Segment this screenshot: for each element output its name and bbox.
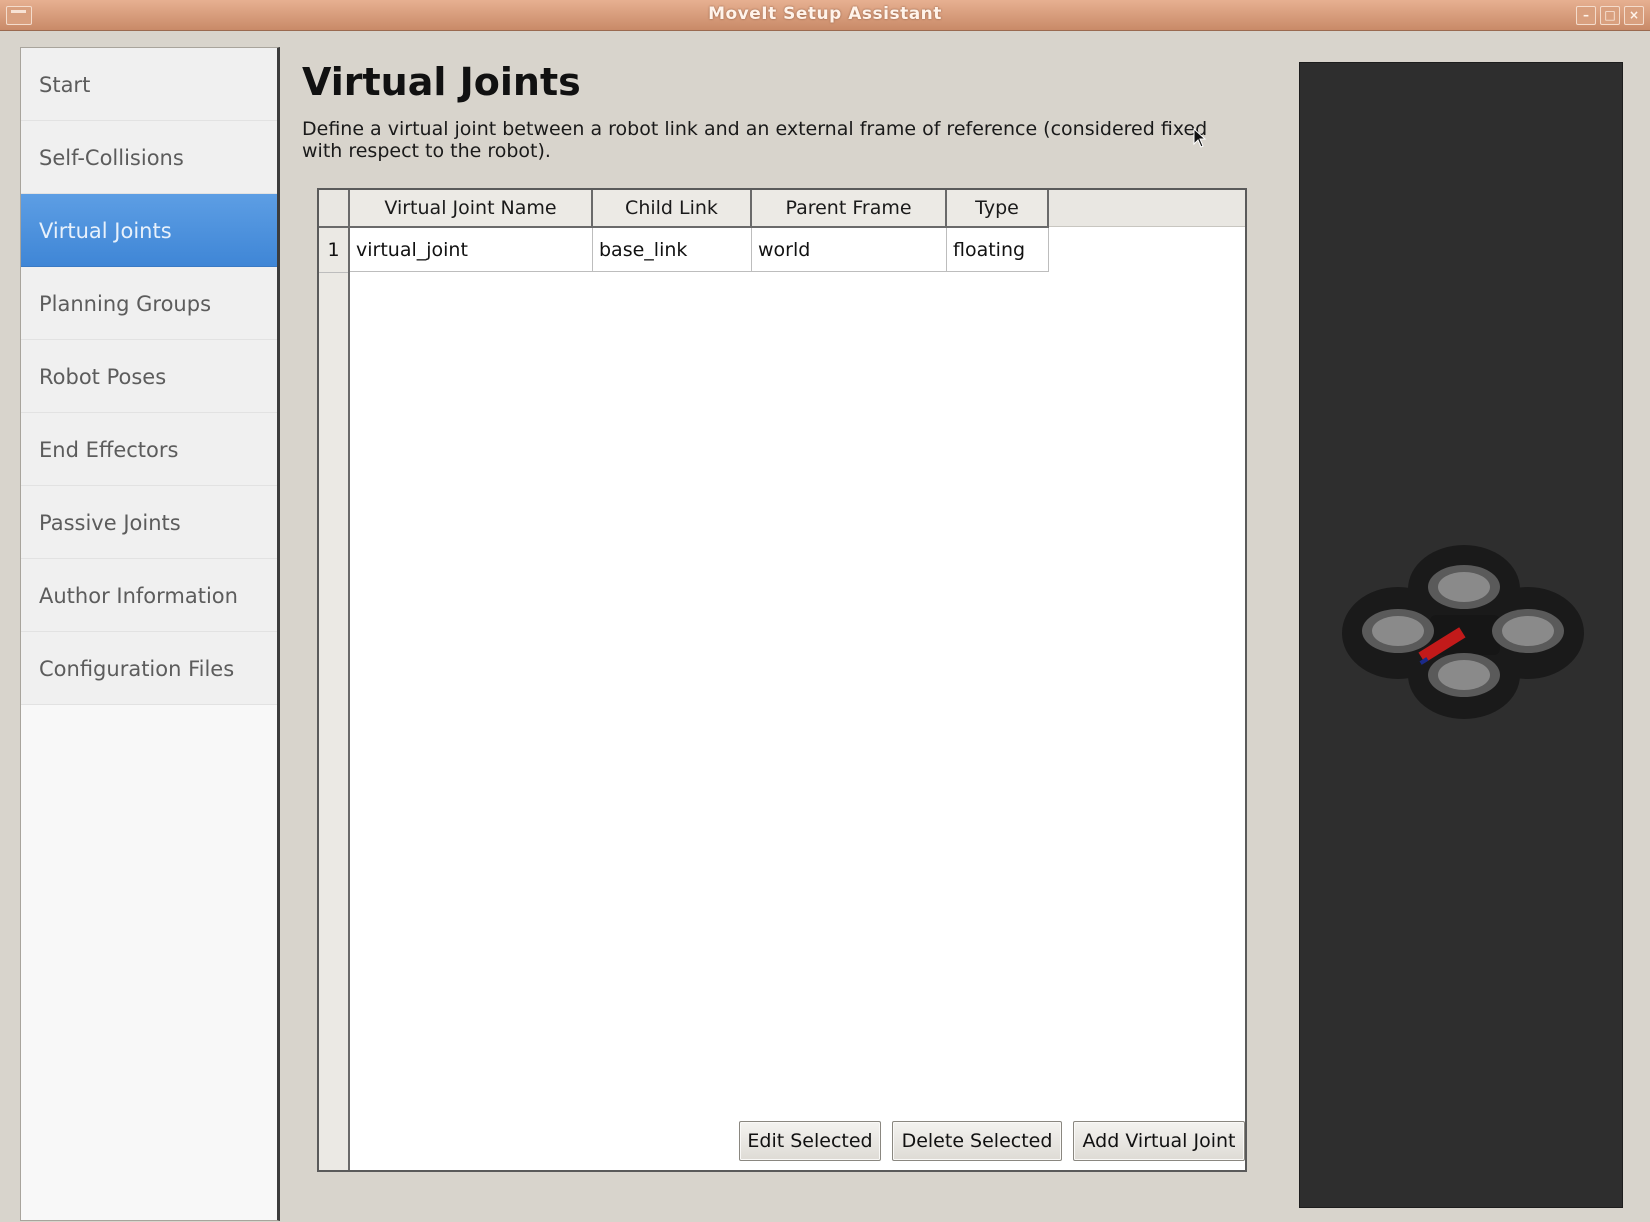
page-description: Define a virtual joint between a robot l… [302,118,1208,162]
close-icon: × [1628,8,1640,22]
add-virtual-joint-button[interactable]: Add Virtual Joint [1073,1121,1245,1161]
sidebar-item-label: Virtual Joints [39,219,172,243]
sidebar-item-label: Self-Collisions [39,146,184,170]
minimize-button[interactable]: – [1576,6,1596,25]
quadrotor-robot-model [1342,545,1584,719]
maximize-button[interactable]: □ [1600,6,1620,25]
sidebar-item-label: Passive Joints [39,511,181,535]
table-cell-name[interactable]: virtual_joint [350,228,593,272]
edit-selected-button[interactable]: Edit Selected [739,1121,881,1161]
minimize-icon: – [1583,8,1589,22]
row-number[interactable]: 1 [319,228,348,273]
sidebar-item-virtual-joints[interactable]: Virtual Joints [21,194,277,267]
column-header-virtual-joint-name[interactable]: Virtual Joint Name [350,190,593,228]
sidebar-item-configuration-files[interactable]: Configuration Files [21,632,277,705]
sidebar-item-robot-poses[interactable]: Robot Poses [21,340,277,413]
sidebar-item-planning-groups[interactable]: Planning Groups [21,267,277,340]
app-window: MoveIt Setup Assistant – □ × Start Self-… [0,0,1650,1222]
main-panel: Virtual Joints Define a virtual joint be… [280,30,1280,1222]
column-header-child-link[interactable]: Child Link [593,190,752,228]
sidebar-item-start[interactable]: Start [21,48,277,121]
row-header-column [319,228,350,1170]
sidebar-item-passive-joints[interactable]: Passive Joints [21,486,277,559]
sidebar-item-label: Robot Poses [39,365,167,389]
window-title: MoveIt Setup Assistant [708,4,942,24]
sidebar-item-label: Planning Groups [39,292,212,316]
delete-selected-button[interactable]: Delete Selected [892,1121,1062,1161]
mouse-cursor-icon [1193,128,1207,148]
table-cell-type[interactable]: floating [947,228,1049,272]
page-title: Virtual Joints [302,60,581,104]
table-cell-child-link[interactable]: base_link [593,228,752,272]
table-corner[interactable] [319,190,350,228]
column-header-parent-frame[interactable]: Parent Frame [752,190,947,228]
close-button[interactable]: × [1624,6,1644,25]
column-header-type[interactable]: Type [947,190,1049,228]
sidebar-item-label: Start [39,73,91,97]
robot-3d-viewer[interactable] [1299,62,1623,1208]
sidebar-item-end-effectors[interactable]: End Effectors [21,413,277,486]
sidebar-item-label: Configuration Files [39,657,235,681]
virtual-joints-table[interactable]: Virtual Joint Name Child Link Parent Fra… [317,188,1247,1172]
title-bar[interactable]: MoveIt Setup Assistant – □ × [0,0,1650,31]
sidebar-item-label: End Effectors [39,438,179,462]
sidebar-nav: Start Self-Collisions Virtual Joints Pla… [20,47,280,1221]
sidebar-item-label: Author Information [39,584,238,608]
sidebar-item-self-collisions[interactable]: Self-Collisions [21,121,277,194]
sidebar-item-author-information[interactable]: Author Information [21,559,277,632]
maximize-icon: □ [1604,8,1616,22]
table-cell-parent-frame[interactable]: world [752,228,947,272]
